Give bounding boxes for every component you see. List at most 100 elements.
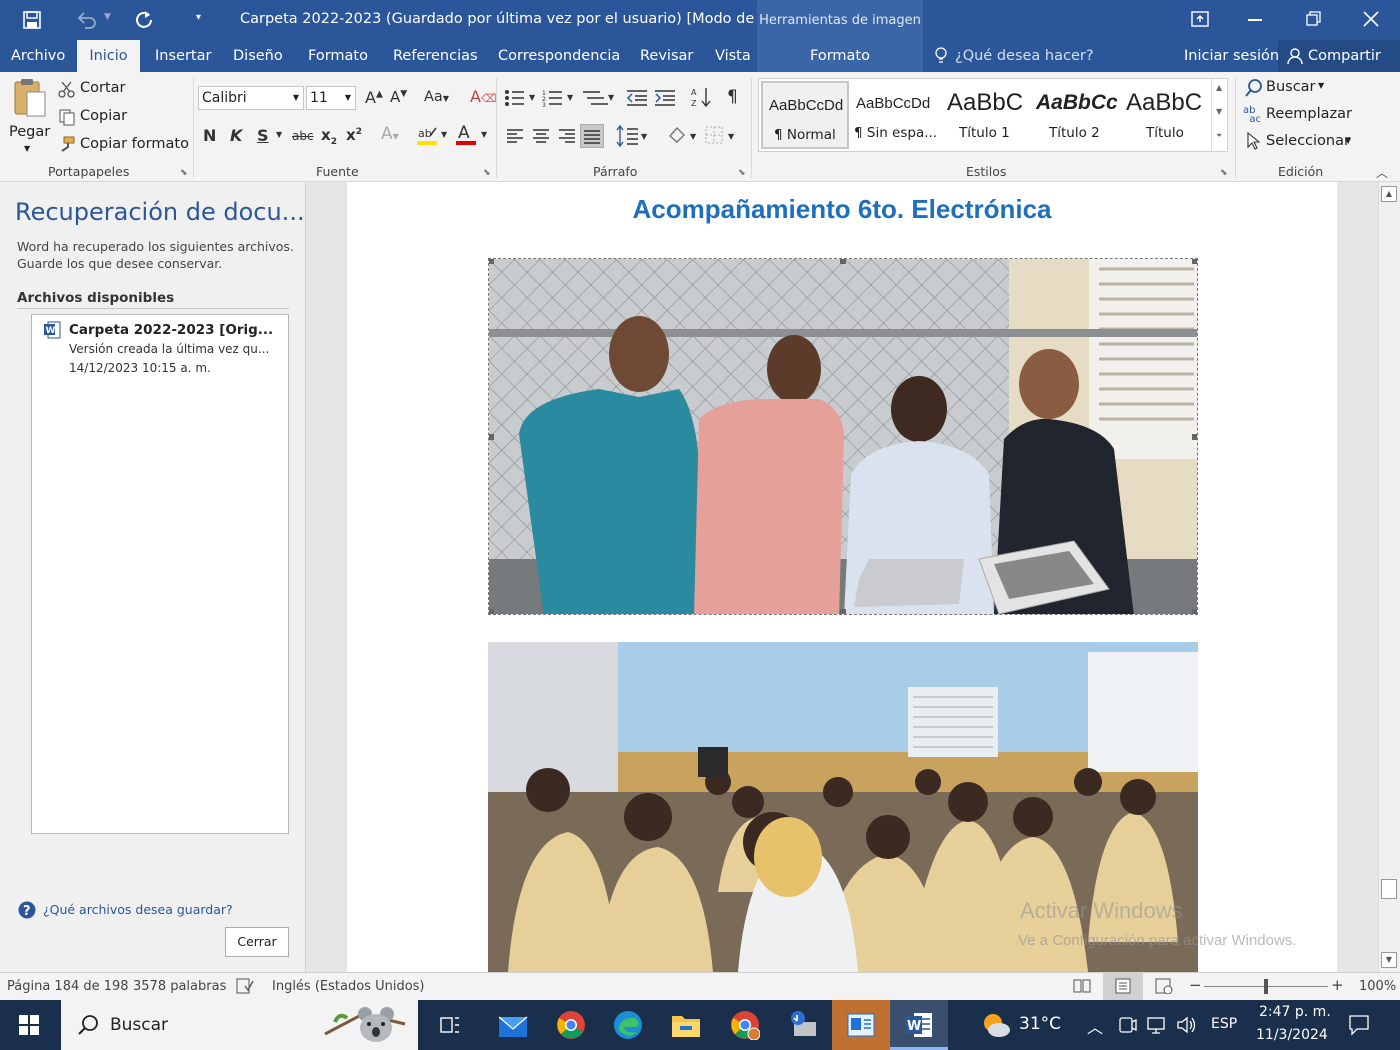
- align-right-icon[interactable]: [558, 128, 576, 144]
- zoom-level[interactable]: 100%: [1359, 979, 1396, 994]
- taskbar-search-box[interactable]: Buscar: [61, 1000, 418, 1050]
- print-layout-button[interactable]: [1103, 973, 1143, 1000]
- find-dropdown-icon[interactable]: ▼: [1318, 81, 1324, 90]
- show-hidden-icons[interactable]: ︿: [1087, 1014, 1103, 1038]
- italic-button[interactable]: K: [230, 126, 242, 145]
- find-button[interactable]: Buscar: [1266, 79, 1316, 95]
- language-status[interactable]: Inglés (Estados Unidos): [272, 979, 425, 994]
- recovered-file-item[interactable]: W Carpeta 2022-2023 [Orig... Versión cre…: [32, 315, 288, 381]
- network-icon[interactable]: [1146, 1015, 1168, 1035]
- weather-icon[interactable]: [981, 1012, 1011, 1038]
- cut-button[interactable]: Cortar: [80, 80, 126, 96]
- resize-handle[interactable]: [840, 259, 846, 264]
- shrink-font-icon[interactable]: A▼: [390, 88, 407, 106]
- ribbon-display-options-icon[interactable]: [1190, 10, 1210, 28]
- undo-icon[interactable]: [76, 10, 98, 30]
- chrome-icon[interactable]: [542, 1000, 600, 1050]
- borders-icon[interactable]: ▼: [704, 124, 738, 148]
- style-title[interactable]: AaBbC Título: [1121, 81, 1209, 149]
- strikethrough-button[interactable]: abc: [292, 129, 314, 143]
- share-button[interactable]: Compartir: [1278, 40, 1400, 72]
- redo-icon[interactable]: [134, 9, 154, 29]
- outlook-app-icon[interactable]: [832, 1000, 890, 1050]
- subscript-icon[interactable]: x2: [321, 126, 337, 147]
- mail-icon[interactable]: [484, 1000, 542, 1050]
- vertical-scrollbar[interactable]: ▲ ▼: [1378, 182, 1400, 972]
- sort-icon[interactable]: AZ: [690, 86, 712, 108]
- read-mode-icon[interactable]: [1073, 978, 1091, 994]
- sign-in-link[interactable]: Iniciar sesión: [1184, 40, 1279, 72]
- scroll-thumb[interactable]: [1381, 879, 1397, 899]
- save-icon[interactable]: [22, 10, 42, 30]
- clear-formatting-icon[interactable]: A⌫: [470, 87, 497, 106]
- meet-now-icon[interactable]: [1117, 1015, 1137, 1035]
- bullets-icon[interactable]: ▼: [504, 88, 540, 108]
- font-color-icon[interactable]: A: [455, 122, 477, 146]
- weather-temp[interactable]: 31°C: [1019, 1014, 1061, 1034]
- change-case-button[interactable]: Aa▼: [424, 89, 449, 105]
- chrome-profile-icon[interactable]: [716, 1000, 774, 1050]
- style-heading-2[interactable]: AaBbCc Título 2: [1031, 81, 1121, 149]
- grow-font-icon[interactable]: A▲: [365, 88, 383, 107]
- resize-handle[interactable]: [489, 259, 494, 264]
- superscript-icon[interactable]: x2: [346, 126, 362, 144]
- tab-vista[interactable]: Vista: [715, 40, 751, 72]
- increase-indent-icon[interactable]: [654, 88, 676, 108]
- clock-date[interactable]: 11/3/2024: [1256, 1027, 1328, 1043]
- copy-button[interactable]: Copiar: [80, 108, 127, 124]
- close-pane-button[interactable]: Cerrar: [225, 927, 289, 957]
- tell-me-input[interactable]: ¿Qué desea hacer?: [955, 40, 1094, 72]
- zoom-out-button[interactable]: −: [1189, 976, 1202, 994]
- paste-button[interactable]: Pegar ▼: [6, 76, 52, 158]
- font-size-dropdown[interactable]: 11 ▼: [306, 86, 356, 110]
- clipboard-launcher-icon[interactable]: ⬊: [180, 168, 188, 178]
- decrease-indent-icon[interactable]: [626, 88, 648, 108]
- style-no-spacing[interactable]: AaBbCcDd ¶ Sin espa...: [851, 81, 941, 149]
- proofing-icon[interactable]: [236, 978, 254, 994]
- chevron-up-icon[interactable]: ▲: [1216, 83, 1222, 92]
- file-explorer-icon[interactable]: [657, 1000, 715, 1050]
- web-layout-icon[interactable]: [1155, 978, 1173, 994]
- tab-archivo[interactable]: Archivo: [11, 40, 65, 72]
- format-painter-button[interactable]: Copiar formato: [80, 136, 189, 152]
- line-spacing-icon[interactable]: ▼: [616, 124, 650, 148]
- replace-button[interactable]: Reemplazar: [1266, 106, 1352, 122]
- font-launcher-icon[interactable]: ⬊: [483, 168, 491, 178]
- tab-revisar[interactable]: Revisar: [640, 40, 693, 72]
- clock-time[interactable]: 2:47 p. m.: [1259, 1004, 1331, 1020]
- collapse-ribbon-icon[interactable]: ︿: [1376, 164, 1388, 181]
- font-color-dropdown-icon[interactable]: ▼: [481, 130, 487, 139]
- help-link[interactable]: ¿Qué archivos desea guardar?: [43, 902, 233, 917]
- paste-dropdown-icon[interactable]: ▼: [24, 144, 30, 153]
- scroll-up-button[interactable]: ▲: [1381, 186, 1397, 202]
- customize-toolbar-icon[interactable]: ▾: [196, 12, 201, 23]
- zoom-slider-thumb[interactable]: [1264, 979, 1268, 994]
- tab-diseno[interactable]: Diseño: [233, 40, 283, 72]
- more-styles-icon[interactable]: ⏷: [1216, 131, 1222, 141]
- volume-icon[interactable]: [1176, 1015, 1198, 1035]
- tab-formato-imagen[interactable]: Formato: [757, 40, 923, 72]
- numbering-icon[interactable]: 1 2 3 ▼: [542, 88, 578, 108]
- scroll-down-button[interactable]: ▼: [1381, 952, 1397, 968]
- input-language[interactable]: ESP: [1211, 1016, 1237, 1032]
- shading-icon[interactable]: ▼: [666, 124, 700, 148]
- notifications-icon[interactable]: [1348, 1014, 1370, 1036]
- tab-correspondencia[interactable]: Correspondencia: [498, 40, 620, 72]
- minimize-icon[interactable]: [1248, 19, 1262, 21]
- undo-dropdown-icon[interactable]: ▼: [104, 12, 111, 22]
- justify-button[interactable]: [580, 124, 604, 148]
- highlight-icon[interactable]: ab: [416, 124, 440, 146]
- tab-inicio[interactable]: Inicio: [77, 40, 140, 72]
- show-formatting-icon[interactable]: ¶: [727, 87, 738, 107]
- resize-handle[interactable]: [489, 434, 494, 440]
- align-center-icon[interactable]: [532, 128, 550, 144]
- align-left-icon[interactable]: [506, 128, 524, 144]
- style-normal[interactable]: AaBbCcDd ¶ Normal: [761, 81, 849, 149]
- underline-dropdown-icon[interactable]: ▼: [276, 130, 282, 139]
- close-icon[interactable]: [1362, 10, 1380, 28]
- tab-formato[interactable]: Formato: [308, 40, 368, 72]
- photo-group-portrait[interactable]: [488, 258, 1198, 615]
- styles-scroll[interactable]: ▲ ▼ ⏷: [1211, 79, 1228, 151]
- styles-launcher-icon[interactable]: ⬊: [1220, 168, 1228, 178]
- paragraph-launcher-icon[interactable]: ⬊: [738, 168, 746, 178]
